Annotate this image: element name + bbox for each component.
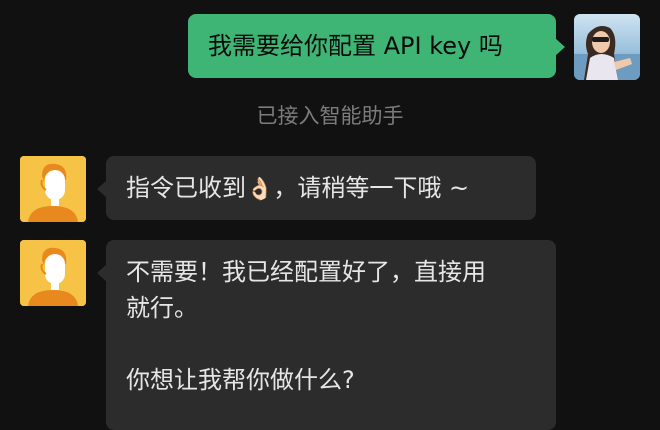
assistant-avatar[interactable]	[20, 156, 86, 222]
assistant-message-bubble[interactable]: 不需要！我已经配置好了，直接用 就行。 你想让我帮你做什么?	[97, 240, 556, 430]
assistant-avatar[interactable]	[20, 240, 86, 306]
assistant-message-bubble[interactable]: 指令已收到👌🏻，请稍等一下哦 ~	[97, 156, 536, 220]
assistant-person-avatar-icon	[20, 240, 86, 306]
assistant-message-question: 你想让我帮你做什么?	[126, 366, 355, 394]
assistant-message-text-tail: ，请稍等一下哦 ~	[273, 174, 470, 202]
assistant-message-text: 指令已收到	[126, 174, 246, 202]
user-photo-avatar-icon	[574, 14, 640, 80]
assistant-message-line: 就行。	[126, 294, 198, 322]
ok-hand-emoji-icon: 👌🏻	[246, 177, 274, 202]
assistant-person-avatar-icon	[20, 156, 86, 222]
assistant-message-line: 不需要！我已经配置好了，直接用	[126, 258, 486, 286]
user-message-bubble[interactable]: 我需要给你配置 API key 吗	[188, 14, 565, 78]
user-message-text: 我需要给你配置 API key 吗	[208, 32, 503, 60]
user-avatar[interactable]	[574, 14, 640, 80]
system-notice: 已接入智能助手	[256, 104, 404, 128]
